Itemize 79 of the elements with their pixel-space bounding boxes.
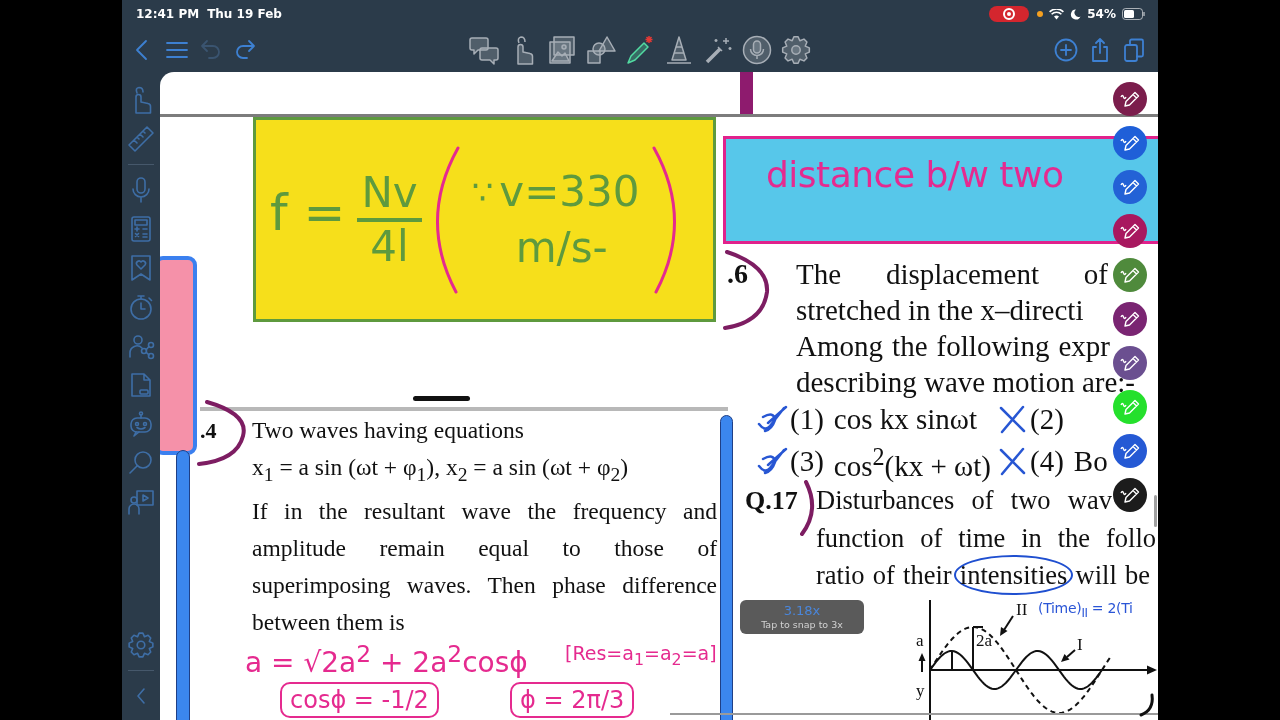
settings-icon[interactable] [781,35,811,65]
option-text: cos$^{2}$(kx + ωt) [833,442,991,484]
speech-bubbles-icon[interactable] [469,35,499,65]
pointer-pen-icon[interactable] [625,35,655,65]
option-number: (3) [790,444,824,480]
status-dot-icon [1037,11,1044,17]
question-text: If in the resultant wave the frequency and amplitude remain equal to those of superimposing waves. Then phase difference between them is [252,496,717,637]
question-text: Disturbances of two wav [816,484,1112,517]
open-bracket-icon [433,144,460,295]
people-network-icon[interactable] [127,332,155,360]
question-text: The displacement of [796,257,1108,292]
option-number: (4) [1030,444,1064,480]
settings-icon[interactable] [127,631,155,659]
pen-icon[interactable] [1113,82,1147,116]
pointer-arrow [1000,615,1014,636]
question-number: Q.17 [745,485,798,517]
add-icon[interactable] [1054,38,1078,62]
figure-label: y [916,681,925,700]
date-text: Thu 19 Feb [207,7,282,21]
question-text: stretched in the x–directi [796,293,1084,328]
ink-stroke [413,396,470,401]
note-text: distance b/w two [766,154,1064,195]
option-number: (1) [790,402,824,437]
copy-icon[interactable] [1122,38,1146,62]
figure-label: I [1077,635,1083,654]
wand-icon[interactable] [703,35,733,65]
pen-icon[interactable] [1113,302,1147,336]
redo-icon[interactable] [233,38,257,62]
battery-icon [1122,8,1146,20]
option-text: cos kx sinωt [833,402,977,437]
pen-icon[interactable] [1113,346,1147,380]
figure-label: a [916,631,924,650]
axis-arrow [918,653,926,673]
ink-curve-icon [1138,692,1156,718]
equation-text: x$_{1}$ = a sin (ωt + φ$_{1}$), x$_{2}$ = a sin (ωt + φ$_{2}$) [252,453,630,487]
pointer-arrow [1061,649,1076,662]
pen-icon[interactable] [1113,478,1147,512]
time-text: 12:41 PM [136,7,200,21]
handwritten-note: (Time)$_{II}$ = 2(Ti [1038,599,1133,622]
amplitude-line [951,650,953,671]
robot-icon[interactable] [127,410,155,438]
marker-stroke [740,72,753,114]
question-text: describing wave motion are:- [796,365,1136,400]
image-icon[interactable] [547,35,577,65]
moon-icon [1070,8,1082,20]
shapes-icon[interactable] [586,35,616,65]
working-text: [Res=a$_{1}$=a$_{2}$=a] [565,641,717,671]
unit-text: m/s- [515,221,609,274]
boxed-answer: ϕ = 2π/3 [510,682,635,718]
fraction-numerator: Nv [357,167,422,222]
question-number: .4 [200,417,217,445]
formula-text: v=330 [499,165,640,218]
question-number: .6 [727,257,748,291]
question-text: Two waves having equations [252,416,525,445]
boxed-answer: cosϕ = -1/2 [280,682,439,718]
pen-icon[interactable] [1113,214,1147,248]
presentation-icon[interactable] [127,488,155,516]
scroll-indicator [1154,495,1157,527]
pen-icon[interactable] [1113,434,1147,468]
option-number: (2) [1030,402,1064,437]
question-text: Among the following expr [796,329,1110,364]
cone-icon[interactable] [664,35,694,65]
fraction-denominator: 4l [370,221,409,272]
close-bracket-icon [651,144,678,295]
question-text: ratio of their intensities will be [816,557,1150,595]
formula-text: f = [270,184,346,241]
figure-label: 2a [976,631,993,650]
timer-icon[interactable] [127,293,155,321]
question-text: function of time in the follo [816,521,1156,555]
because-symbol: ∵ [471,170,494,214]
zoom-button[interactable]: 3.18x Tap to snap to 3x [740,600,864,634]
battery-percentage: 54% [1087,7,1116,21]
working-text: a = √2a$^{2}$ + 2a$^{2}$cosϕ [245,639,528,682]
wifi-icon [1049,8,1065,20]
option-text: Bo [1073,444,1108,480]
figure-label: II [1016,600,1028,619]
microphone-icon[interactable] [742,35,772,65]
ruler-icon[interactable] [127,125,155,153]
search-icon[interactable] [127,449,155,477]
